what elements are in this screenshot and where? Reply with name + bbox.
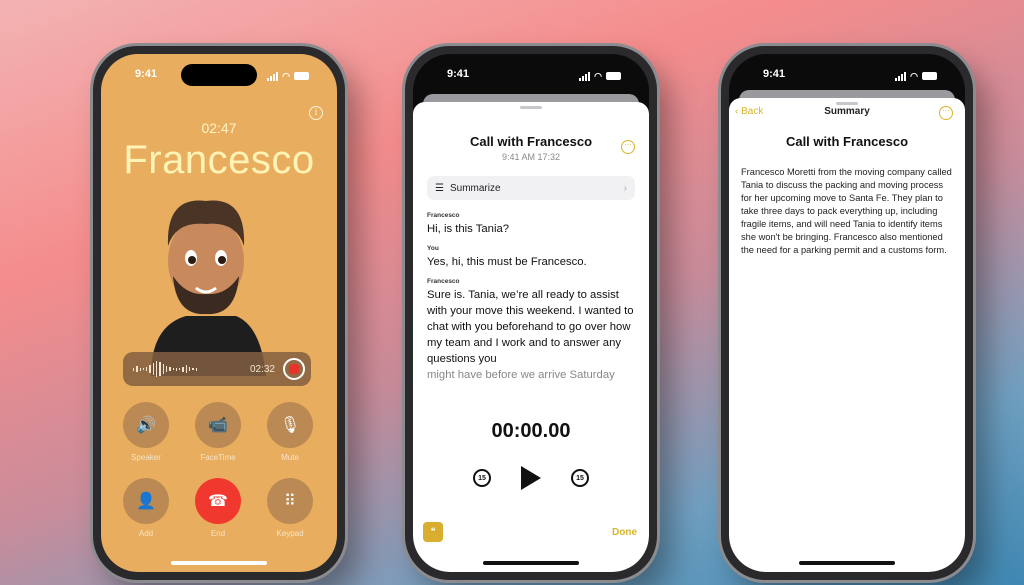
- wifi-icon: ◠: [282, 70, 290, 81]
- microphone-slash-icon: 🎙: [267, 402, 313, 448]
- more-options-icon[interactable]: ···: [621, 140, 635, 154]
- play-icon[interactable]: [521, 466, 541, 490]
- transcript-subtitle: 9:41 AM 17:32: [501, 152, 561, 162]
- transcript-title: Call with Francesco: [469, 134, 593, 149]
- waveform: [133, 361, 250, 377]
- sheet-grabber[interactable]: [836, 102, 858, 105]
- home-indicator[interactable]: [483, 561, 579, 565]
- more-options-icon[interactable]: ···: [939, 106, 953, 120]
- message-text-faded: might have before we arrive Saturday: [427, 369, 615, 381]
- summary-sheet: ‹ Back Summary ··· Call with Francesco F…: [729, 98, 965, 572]
- status-bar: 9:41 ◠: [413, 68, 649, 84]
- memoji-avatar: [151, 200, 266, 376]
- video-camera-icon: 📹: [195, 402, 241, 448]
- keypad-button[interactable]: ⠿ Keypad: [267, 478, 313, 538]
- status-time: 9:41: [447, 68, 470, 80]
- end-call-button[interactable]: ☎ End: [195, 478, 241, 538]
- keypad-icon: ⠿: [267, 478, 313, 524]
- done-button[interactable]: Done: [612, 527, 637, 538]
- phone-summary-screen: 9:41 ◠ ‹ Back Summary ··· Call with Fran…: [721, 46, 973, 580]
- speaker-icon: 🔊: [123, 402, 169, 448]
- facetime-button[interactable]: 📹 FaceTime: [195, 402, 241, 462]
- playback-time: 00:00.00: [491, 420, 571, 442]
- call-timer: 02:47: [201, 120, 237, 136]
- speaker-name: Francesco: [427, 278, 460, 285]
- home-indicator[interactable]: [171, 561, 267, 565]
- mute-label: Mute: [281, 453, 299, 462]
- message-text: Hi, is this Tania?: [427, 223, 510, 235]
- signal-icon: [267, 71, 279, 81]
- add-person-icon: 👤: [123, 478, 169, 524]
- facetime-label: FaceTime: [200, 453, 236, 462]
- speaker-button[interactable]: 🔊 Speaker: [123, 402, 169, 462]
- signal-icon: [895, 71, 907, 81]
- battery-icon: [294, 72, 309, 80]
- status-time: 9:41: [135, 68, 158, 80]
- nav-title: Summary: [824, 106, 870, 117]
- summarize-button[interactable]: ☰ Summarize ›: [427, 176, 635, 200]
- message-text: Yes, hi, this must be Francesco.: [427, 256, 587, 268]
- battery-icon: [606, 72, 621, 80]
- recording-indicator: 02:32: [123, 352, 311, 386]
- chevron-right-icon: ›: [623, 182, 627, 194]
- battery-icon: [922, 72, 937, 80]
- stop-recording-button[interactable]: [283, 358, 305, 380]
- dynamic-island: [181, 64, 257, 86]
- call-screen: 9:41 ◠ i 02:47 Francesco 02:32 🔊 Speaker …: [101, 54, 337, 572]
- add-call-button[interactable]: 👤 Add: [123, 478, 169, 538]
- speaker-name: You: [427, 245, 439, 252]
- speaker-label: Speaker: [131, 453, 161, 462]
- transcript-message: Francesco Hi, is this Tania?: [427, 212, 637, 237]
- status-time: 9:41: [763, 68, 786, 80]
- transcript-sheet: Call with Francesco 9:41 AM 17:32 ··· ☰ …: [413, 102, 649, 572]
- phone-transcript-screen: 9:41 ◠ Call with Francesco 9:41 AM 17:32…: [405, 46, 657, 580]
- status-bar: 9:41 ◠: [729, 68, 965, 84]
- transcript-screen: 9:41 ◠ Call with Francesco 9:41 AM 17:32…: [413, 54, 649, 572]
- recording-time: 02:32: [249, 363, 275, 375]
- message-text: Sure is. Tania, we’re all ready to assis…: [427, 289, 634, 365]
- mute-button[interactable]: 🎙 Mute: [267, 402, 313, 462]
- info-icon[interactable]: i: [309, 106, 323, 120]
- add-label: Add: [138, 529, 154, 538]
- signal-icon: [579, 71, 591, 81]
- sheet-grabber[interactable]: [520, 106, 542, 109]
- summary-screen: 9:41 ◠ ‹ Back Summary ··· Call with Fran…: [729, 54, 965, 572]
- home-indicator[interactable]: [799, 561, 895, 565]
- transcript-message: Francesco Sure is. Tania, we’re all ready…: [427, 278, 637, 383]
- phone-hangup-icon: ☎: [195, 478, 241, 524]
- transcript-message: You Yes, hi, this must be Francesco.: [427, 245, 637, 270]
- summarize-label: Summarize: [449, 182, 501, 194]
- end-label: End: [210, 529, 226, 538]
- transcript-icon[interactable]: ❝: [423, 522, 443, 542]
- skip-back-15-icon[interactable]: 15: [473, 469, 491, 487]
- phone-call-screen: 9:41 ◠ i 02:47 Francesco 02:32 🔊 Speaker …: [93, 46, 345, 580]
- playback-controls: 15 15: [413, 466, 649, 490]
- skip-forward-15-icon[interactable]: 15: [571, 469, 589, 487]
- summarize-icon: ☰: [435, 182, 444, 194]
- wifi-icon: ◠: [910, 70, 918, 81]
- transcript-list: Francesco Hi, is this Tania? You Yes, hi, …: [427, 212, 637, 391]
- speaker-name: Francesco: [427, 212, 460, 219]
- keypad-label: Keypad: [276, 529, 304, 538]
- summary-text: Francesco Moretti from the moving compan…: [741, 167, 952, 255]
- summary-title: Call with Francesco: [785, 134, 909, 149]
- wifi-icon: ◠: [594, 70, 602, 81]
